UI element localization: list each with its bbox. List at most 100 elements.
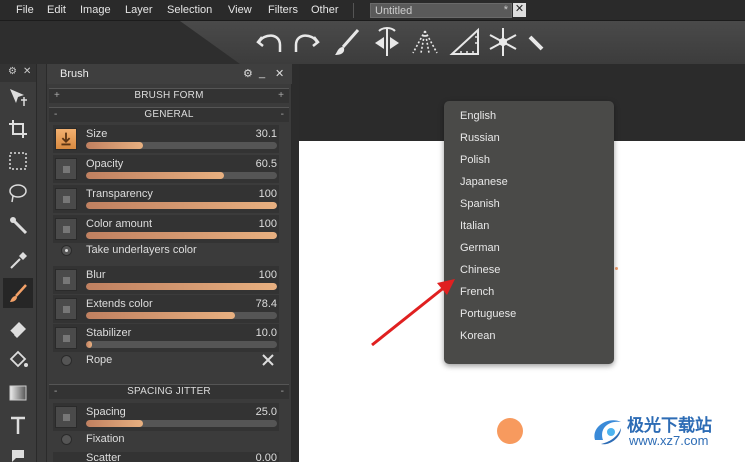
transparency-slider[interactable] bbox=[86, 202, 277, 209]
watermark-logo-icon bbox=[594, 420, 621, 445]
language-item-chinese[interactable]: Chinese bbox=[460, 264, 500, 276]
color-amount-value: 100 bbox=[258, 218, 277, 230]
tools-close-icon[interactable]: ✕ bbox=[23, 66, 31, 77]
scatter-value: 0.00 bbox=[255, 452, 277, 462]
panel-minimize-icon[interactable]: _ bbox=[259, 67, 265, 79]
extends-color-slider[interactable] bbox=[86, 312, 277, 319]
language-item-portuguese[interactable]: Portuguese bbox=[460, 308, 516, 320]
section-expand-right: + bbox=[278, 90, 284, 101]
menu-edit[interactable]: Edit bbox=[47, 4, 66, 16]
language-menu: English Russian Polish Japanese Spanish … bbox=[444, 101, 614, 364]
tools-gear-icon[interactable]: ⚙ bbox=[8, 66, 17, 77]
general-section[interactable]: - GENERAL - bbox=[49, 107, 289, 122]
tools-panel: ⚙ ✕ bbox=[0, 64, 37, 462]
opacity-slider-row: Opacity 60.5 bbox=[53, 155, 279, 183]
section-label: SPACING JITTER bbox=[127, 386, 211, 397]
menu-file[interactable]: File bbox=[16, 4, 34, 16]
color-amount-slider-row: Color amount 100 bbox=[53, 215, 279, 243]
color-amount-checkbox[interactable] bbox=[55, 218, 77, 240]
small-ruler-icon[interactable] bbox=[518, 25, 554, 59]
eraser-icon[interactable] bbox=[3, 312, 33, 342]
fixation-radio[interactable] bbox=[61, 434, 72, 445]
eyedropper-icon[interactable] bbox=[3, 246, 33, 276]
language-item-english[interactable]: English bbox=[460, 110, 496, 122]
move-icon[interactable] bbox=[3, 82, 33, 112]
language-item-japanese[interactable]: Japanese bbox=[460, 176, 508, 188]
language-item-korean[interactable]: Korean bbox=[460, 330, 495, 342]
size-lock-checkbox[interactable] bbox=[55, 128, 77, 150]
paint-speck bbox=[615, 267, 618, 270]
redo-icon[interactable] bbox=[288, 25, 324, 59]
spacing-slider[interactable] bbox=[86, 420, 277, 427]
color-amount-slider[interactable] bbox=[86, 232, 277, 239]
brush-stroke-dot bbox=[497, 418, 523, 444]
menu-selection[interactable]: Selection bbox=[167, 4, 212, 16]
language-item-spanish[interactable]: Spanish bbox=[460, 198, 500, 210]
watermark: 极光下载站 www.xz7.com bbox=[585, 408, 745, 458]
menu-filters[interactable]: Filters bbox=[268, 4, 298, 16]
stabilizer-checkbox[interactable] bbox=[55, 327, 77, 349]
crop-icon[interactable] bbox=[3, 114, 33, 144]
toolbar-dark-region bbox=[0, 21, 240, 64]
fill-bucket-icon[interactable] bbox=[3, 344, 33, 374]
language-item-russian[interactable]: Russian bbox=[460, 132, 500, 144]
perspective-icon[interactable] bbox=[407, 25, 443, 59]
wrench-icon[interactable] bbox=[261, 353, 275, 367]
text-tool-icon[interactable] bbox=[3, 410, 33, 440]
transparency-checkbox[interactable] bbox=[55, 188, 77, 210]
language-item-polish[interactable]: Polish bbox=[460, 154, 490, 166]
stabilizer-slider-row: Stabilizer 10.0 bbox=[53, 324, 279, 352]
fixation-label: Fixation bbox=[86, 433, 125, 445]
opacity-slider[interactable] bbox=[86, 172, 277, 179]
language-item-german[interactable]: German bbox=[460, 242, 500, 254]
lasso-icon[interactable] bbox=[3, 178, 33, 208]
opacity-checkbox[interactable] bbox=[55, 158, 77, 180]
size-slider[interactable] bbox=[86, 142, 277, 149]
watermark-url: www.xz7.com bbox=[629, 433, 709, 448]
language-item-french[interactable]: French bbox=[460, 286, 494, 298]
gradient-icon[interactable] bbox=[3, 378, 33, 408]
opacity-label: Opacity bbox=[86, 158, 124, 170]
spacing-value: 25.0 bbox=[255, 406, 277, 418]
menu-image[interactable]: Image bbox=[80, 4, 111, 16]
symmetry-icon[interactable] bbox=[369, 25, 405, 59]
fixation-row[interactable]: Fixation bbox=[53, 429, 279, 451]
take-underlayers-radio[interactable] bbox=[61, 245, 72, 256]
size-value: 30.1 bbox=[255, 128, 277, 140]
rope-row[interactable]: Rope bbox=[53, 350, 279, 372]
ruler-triangle-icon[interactable] bbox=[447, 25, 483, 59]
menu-other[interactable]: Other bbox=[311, 4, 339, 16]
undo-icon[interactable] bbox=[252, 25, 288, 59]
marquee-select-icon[interactable] bbox=[3, 146, 33, 176]
blur-slider[interactable] bbox=[86, 283, 277, 290]
down-arrow-icon bbox=[61, 132, 71, 146]
blur-value: 100 bbox=[258, 269, 277, 281]
smudge-icon[interactable] bbox=[3, 440, 33, 462]
menu-layer[interactable]: Layer bbox=[125, 4, 153, 16]
panel-close-icon[interactable]: ✕ bbox=[275, 67, 284, 80]
brush-tool-icon[interactable] bbox=[3, 278, 33, 308]
take-underlayers-row[interactable]: Take underlayers color bbox=[53, 240, 279, 262]
panel-gear-icon[interactable]: ⚙ bbox=[243, 67, 253, 80]
blur-checkbox[interactable] bbox=[55, 269, 77, 291]
brush-panel-title: Brush bbox=[60, 68, 89, 80]
opacity-slider-fill bbox=[86, 172, 224, 179]
spacing-jitter-section[interactable]: - SPACING JITTER - bbox=[49, 384, 289, 399]
section-label: GENERAL bbox=[144, 109, 194, 120]
spacing-label: Spacing bbox=[86, 406, 126, 418]
spacing-checkbox[interactable] bbox=[55, 406, 77, 428]
size-slider-fill bbox=[86, 142, 144, 149]
menu-bar: File Edit Image Layer Selection View Fil… bbox=[0, 0, 745, 21]
language-item-italian[interactable]: Italian bbox=[460, 220, 489, 232]
magic-wand-icon[interactable] bbox=[3, 210, 33, 240]
document-close-button[interactable]: ✕ bbox=[513, 3, 526, 17]
snowflake-icon[interactable] bbox=[485, 25, 521, 59]
rope-radio[interactable] bbox=[61, 355, 72, 366]
document-tab[interactable]: Untitled * bbox=[370, 3, 512, 18]
panel-scrollbar[interactable] bbox=[292, 64, 299, 462]
stabilizer-slider[interactable] bbox=[86, 341, 277, 348]
brush-form-section[interactable]: + BRUSH FORM + bbox=[49, 88, 289, 103]
extends-color-checkbox[interactable] bbox=[55, 298, 77, 320]
menu-view[interactable]: View bbox=[228, 4, 252, 16]
brush-icon[interactable] bbox=[330, 25, 366, 59]
